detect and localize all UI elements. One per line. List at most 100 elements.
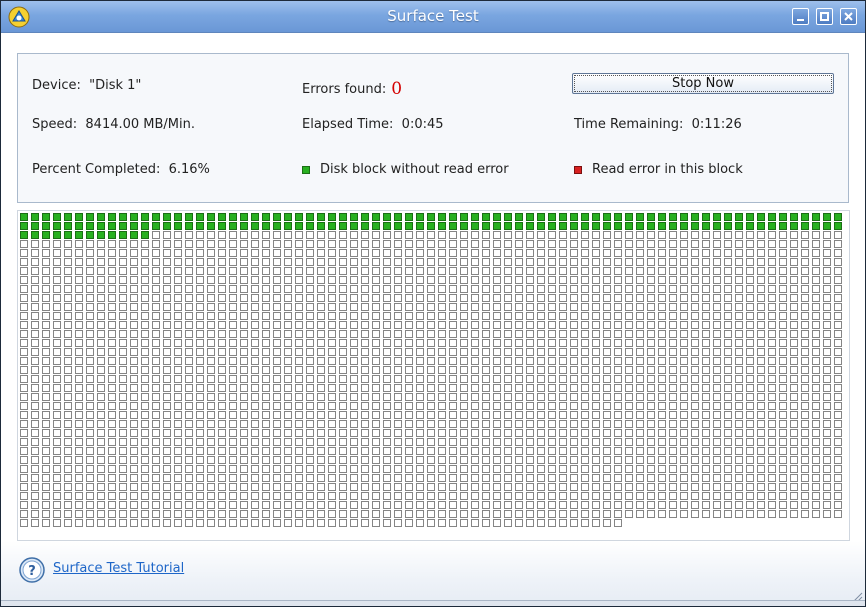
- block-pending: [229, 456, 237, 464]
- block-pending: [493, 447, 501, 455]
- block-pending: [515, 474, 523, 482]
- block-pending: [669, 420, 677, 428]
- block-pending: [251, 240, 259, 248]
- block-pending: [229, 393, 237, 401]
- block-pending: [20, 339, 28, 347]
- block-pending: [284, 393, 292, 401]
- block-pending: [680, 384, 688, 392]
- block-pending: [559, 375, 567, 383]
- block-pending: [801, 483, 809, 491]
- block-pending: [702, 240, 710, 248]
- block-pending: [713, 492, 721, 500]
- block-pending: [548, 384, 556, 392]
- stop-now-button[interactable]: Stop Now: [572, 73, 834, 94]
- block-pending: [339, 474, 347, 482]
- block-ok: [790, 222, 798, 230]
- block-pending: [823, 348, 831, 356]
- block-pending: [537, 285, 545, 293]
- block-pending: [427, 510, 435, 518]
- block-pending: [647, 294, 655, 302]
- block-pending: [306, 267, 314, 275]
- block-pending: [317, 510, 325, 518]
- block-pending: [251, 276, 259, 284]
- block-pending: [603, 411, 611, 419]
- block-pending: [383, 393, 391, 401]
- close-button[interactable]: [840, 8, 857, 25]
- block-pending: [537, 267, 545, 275]
- block-pending: [53, 402, 61, 410]
- block-pending: [647, 420, 655, 428]
- help-question-icon[interactable]: ?: [19, 557, 45, 583]
- block-pending: [669, 240, 677, 248]
- block-pending: [647, 375, 655, 383]
- block-pending: [152, 339, 160, 347]
- block-pending: [526, 492, 534, 500]
- block-pending: [416, 276, 424, 284]
- block-pending: [702, 384, 710, 392]
- block-pending: [713, 438, 721, 446]
- block-pending: [185, 285, 193, 293]
- block-pending: [669, 249, 677, 257]
- block-pending: [724, 402, 732, 410]
- title-bar[interactable]: Surface Test: [1, 1, 865, 33]
- block-pending: [438, 294, 446, 302]
- block-ok: [801, 222, 809, 230]
- block-pending: [614, 357, 622, 365]
- block-pending: [130, 330, 138, 338]
- block-pending: [713, 330, 721, 338]
- block-pending: [658, 267, 666, 275]
- block-ok: [625, 213, 633, 221]
- block-pending: [207, 420, 215, 428]
- block-pending: [790, 465, 798, 473]
- block-pending: [559, 303, 567, 311]
- block-pending: [515, 420, 523, 428]
- block-pending: [339, 285, 347, 293]
- block-pending: [581, 303, 589, 311]
- block-pending: [229, 258, 237, 266]
- block-pending: [75, 465, 83, 473]
- block-pending: [229, 492, 237, 500]
- block-ok: [229, 222, 237, 230]
- surface-test-tutorial-link[interactable]: Surface Test Tutorial: [53, 561, 184, 576]
- block-pending: [768, 231, 776, 239]
- block-pending: [64, 465, 72, 473]
- block-pending: [625, 438, 633, 446]
- maximize-button[interactable]: [816, 8, 833, 25]
- block-pending: [339, 420, 347, 428]
- block-pending: [119, 357, 127, 365]
- block-pending: [394, 465, 402, 473]
- block-pending: [262, 231, 270, 239]
- block-pending: [405, 447, 413, 455]
- block-pending: [559, 348, 567, 356]
- block-pending: [339, 411, 347, 419]
- block-pending: [625, 339, 633, 347]
- block-pending: [273, 474, 281, 482]
- block-pending: [306, 339, 314, 347]
- block-pending: [779, 276, 787, 284]
- minimize-button[interactable]: [792, 8, 809, 25]
- block-pending: [790, 456, 798, 464]
- block-pending: [680, 249, 688, 257]
- block-pending: [284, 321, 292, 329]
- block-pending: [284, 420, 292, 428]
- block-pending: [372, 330, 380, 338]
- block-pending: [152, 510, 160, 518]
- block-pending: [416, 510, 424, 518]
- block-pending: [746, 348, 754, 356]
- block-pending: [240, 474, 248, 482]
- block-pending: [471, 420, 479, 428]
- block-pending: [218, 258, 226, 266]
- block-pending: [328, 312, 336, 320]
- block-pending: [284, 501, 292, 509]
- block-pending: [460, 492, 468, 500]
- block-ok: [130, 213, 138, 221]
- block-pending: [42, 267, 50, 275]
- block-pending: [471, 231, 479, 239]
- block-pending: [691, 501, 699, 509]
- block-pending: [75, 249, 83, 257]
- block-pending: [625, 285, 633, 293]
- block-pending: [251, 438, 259, 446]
- block-pending: [768, 510, 776, 518]
- block-pending: [614, 339, 622, 347]
- block-pending: [229, 303, 237, 311]
